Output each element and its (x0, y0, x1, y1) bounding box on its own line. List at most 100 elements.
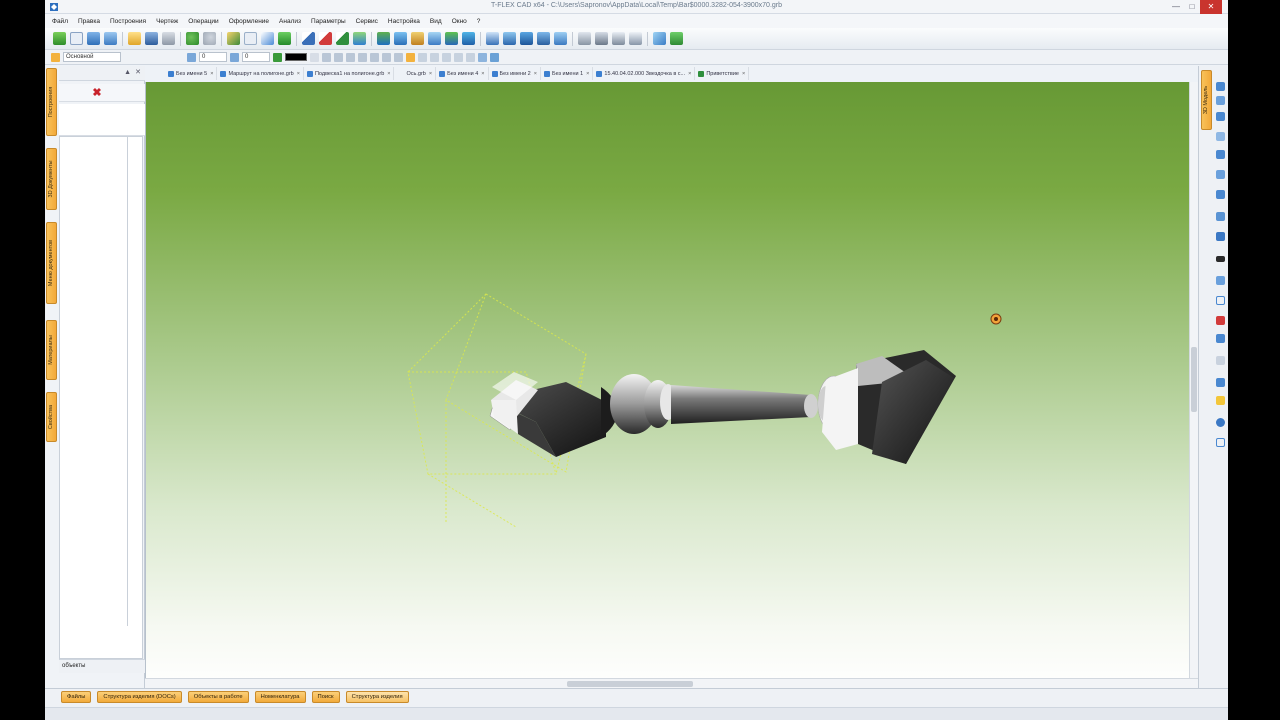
snap5-icon[interactable] (370, 52, 379, 62)
shell-icon[interactable] (520, 32, 533, 45)
pin-icon[interactable]: ▲ (124, 69, 131, 76)
print-icon[interactable] (162, 32, 175, 45)
snap2-icon[interactable] (334, 52, 343, 62)
color-swatch[interactable] (285, 53, 307, 61)
snap4-icon[interactable] (358, 52, 367, 62)
mirror-icon[interactable] (503, 32, 516, 45)
filter3-icon[interactable] (442, 52, 451, 62)
save-icon[interactable] (145, 32, 158, 45)
line-icon[interactable] (261, 32, 274, 45)
btab-files[interactable]: Файлы (61, 691, 92, 703)
menu-parameters[interactable]: Параметры (311, 18, 346, 25)
btab-product-structure-docs[interactable]: Структура изделия (DOCs) (97, 691, 182, 703)
open-icon[interactable] (128, 32, 141, 45)
left-panel-splitter[interactable] (127, 136, 128, 626)
lcs-icon[interactable] (336, 32, 349, 45)
layer-select[interactable]: Основной (63, 52, 121, 62)
left-block[interactable] (489, 372, 606, 457)
panel-close-icon[interactable]: ✕ (135, 68, 141, 76)
tab-close-icon[interactable]: × (534, 71, 537, 77)
new-2d-icon[interactable] (70, 32, 83, 45)
ruler-icon[interactable] (653, 32, 666, 45)
filter4-icon[interactable] (454, 52, 463, 62)
redo-icon[interactable] (203, 32, 216, 45)
rotate-icon[interactable] (394, 32, 407, 45)
shaft[interactable] (671, 385, 818, 424)
linestyle-icon[interactable] (310, 52, 319, 62)
menu-constructions[interactable]: Построения (110, 18, 146, 25)
section-red-icon[interactable] (1216, 316, 1225, 325)
cube-green-icon[interactable] (278, 32, 291, 45)
origin-marker-icon[interactable] (990, 313, 1002, 325)
measure-icon[interactable] (578, 32, 591, 45)
lights-icon[interactable] (1216, 334, 1225, 343)
new-3d-icon[interactable] (87, 32, 100, 45)
tab-close-icon[interactable]: × (210, 71, 213, 77)
filter5-icon[interactable] (466, 52, 475, 62)
3d-viewport[interactable] (145, 82, 1189, 688)
view-side-icon[interactable] (1216, 112, 1225, 121)
loft-icon[interactable] (411, 32, 424, 45)
tab-close-icon[interactable]: × (387, 71, 390, 77)
objects-label[interactable]: объекты (59, 659, 145, 673)
camera-icon[interactable] (1216, 356, 1225, 365)
snap3-icon[interactable] (346, 52, 355, 62)
tab-doc-6[interactable]: Без имени 2 × (489, 67, 541, 80)
new-assembly-icon[interactable] (104, 32, 117, 45)
screen-icon[interactable] (1216, 438, 1225, 447)
menu-settings[interactable]: Настройка (388, 18, 420, 25)
tab-doc-1[interactable]: Без имени 5 × (165, 67, 218, 80)
vtab-3d-model[interactable]: 3D Модель (1201, 70, 1212, 130)
vertical-scroll-thumb[interactable] (1191, 347, 1197, 412)
layers-icon[interactable] (1216, 378, 1225, 387)
pencil-icon[interactable] (227, 32, 240, 45)
filter2-icon[interactable] (430, 52, 439, 62)
tab-doc-7[interactable]: Без имени 1 × (541, 67, 594, 80)
btab-product-structure[interactable]: Структура изделия (345, 691, 409, 703)
restore-button[interactable]: □ (1184, 0, 1200, 14)
sweep-icon[interactable] (428, 32, 441, 45)
clip-icon[interactable] (1216, 276, 1225, 285)
tab-close-icon[interactable]: × (688, 71, 691, 77)
menu-edit[interactable]: Правка (78, 18, 100, 25)
rotate-view-icon[interactable] (1216, 150, 1225, 159)
wire-icon[interactable] (1216, 256, 1225, 262)
tab-doc-8[interactable]: 15.40.04.02.000 Звездочка в с... × (593, 67, 696, 80)
vertical-scrollbar[interactable] (1189, 82, 1198, 678)
surface-icon[interactable] (554, 32, 567, 45)
tab-close-icon[interactable]: × (586, 71, 589, 77)
vtab-constructions[interactable]: Построения (46, 68, 57, 136)
right-block[interactable] (817, 350, 956, 464)
view-front-icon[interactable] (1216, 82, 1225, 91)
array-icon[interactable] (486, 32, 499, 45)
tab-doc-5[interactable]: Без имени 4 × (436, 67, 489, 80)
extrude-icon[interactable] (377, 32, 390, 45)
snap-active-icon[interactable] (406, 52, 415, 62)
boolean-icon[interactable] (445, 32, 458, 45)
menu-file[interactable]: Файл (52, 18, 68, 25)
menu-design[interactable]: Оформление (229, 18, 269, 25)
view-top-icon[interactable] (1216, 96, 1225, 105)
menu-window[interactable]: Окно (452, 18, 467, 25)
tab-doc-4[interactable]: Ось.grb × (394, 67, 437, 80)
cube-view-icon[interactable] (478, 52, 487, 62)
horizontal-scrollbar[interactable] (145, 678, 1198, 688)
select-icon[interactable] (244, 32, 257, 45)
menu-analysis[interactable]: Анализ (279, 18, 301, 25)
tab-close-icon[interactable]: × (481, 71, 484, 77)
render-icon[interactable] (490, 52, 499, 62)
menu-service[interactable]: Сервис (356, 18, 378, 25)
tree-icon[interactable] (612, 32, 625, 45)
tab-doc-2[interactable]: Маршрут на полигоне.grb × (217, 67, 304, 80)
globe-icon[interactable] (1216, 418, 1225, 427)
btab-search[interactable]: Поиск (311, 691, 340, 703)
sketch-icon[interactable] (353, 32, 366, 45)
snap7-icon[interactable] (394, 52, 403, 62)
level-field[interactable]: 0 (199, 52, 227, 62)
tab-welcome[interactable]: Приветствие × (695, 67, 750, 80)
tab-close-icon[interactable]: × (297, 71, 300, 77)
tab-close-icon[interactable]: × (742, 71, 745, 77)
snap1-icon[interactable] (322, 52, 331, 62)
fillet-icon[interactable] (462, 32, 475, 45)
tab-close-icon[interactable]: × (429, 71, 432, 77)
